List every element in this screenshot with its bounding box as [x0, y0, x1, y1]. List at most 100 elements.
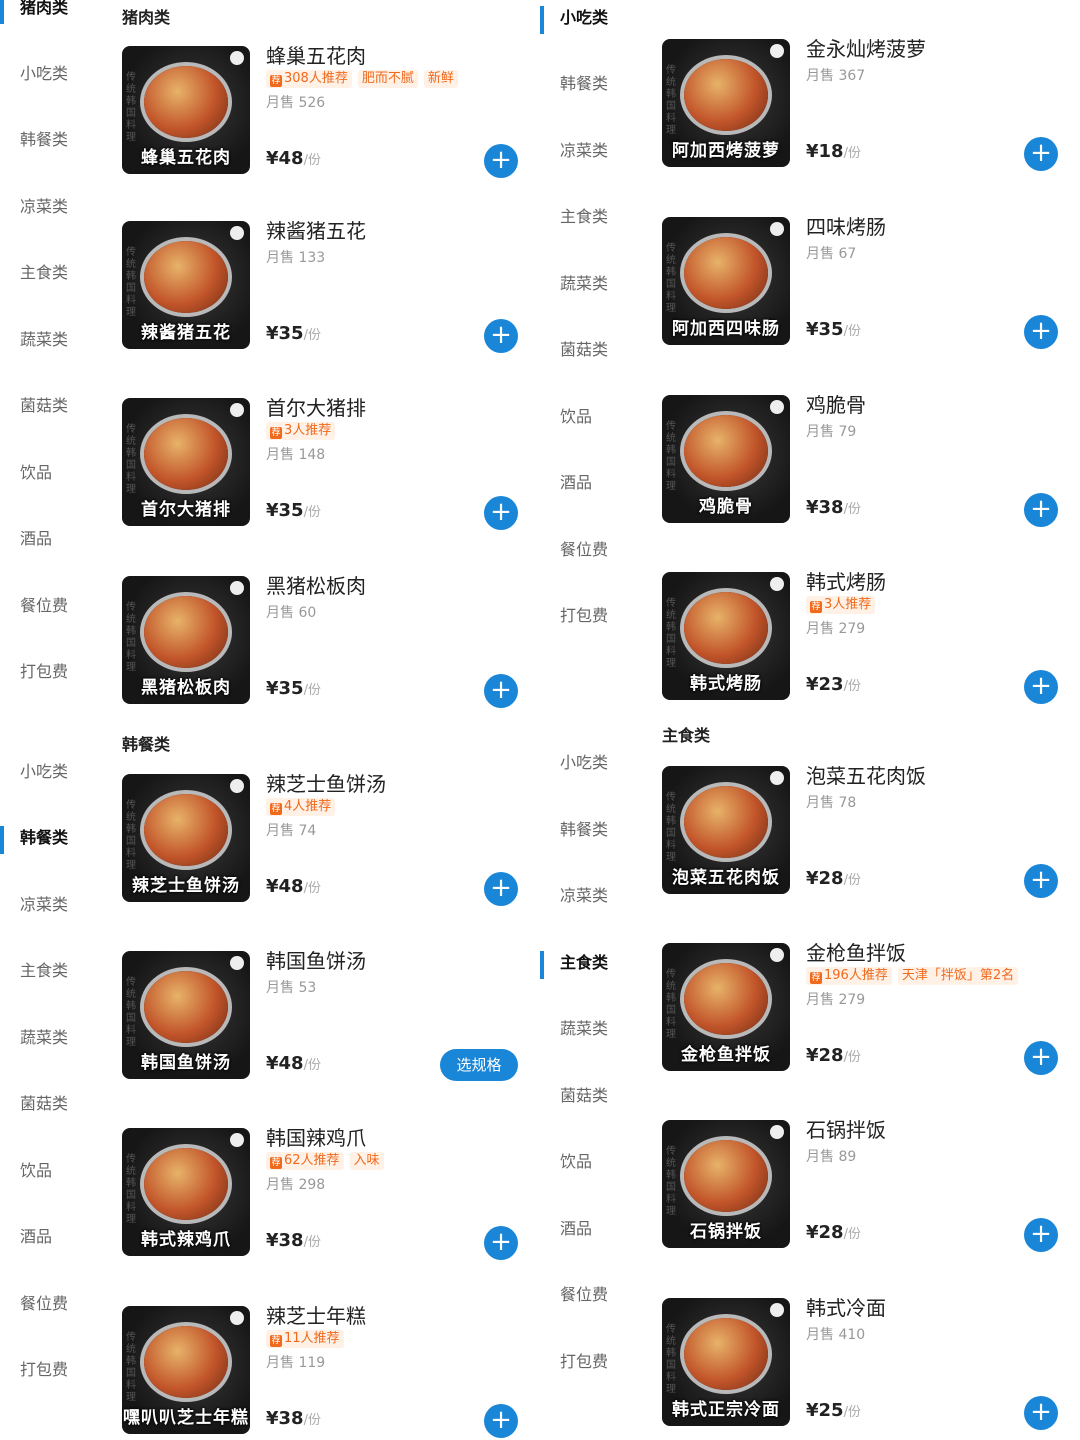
product-card[interactable]: 传统韩国料理 辣芝士鱼饼汤 辣芝士鱼饼汤 荐 4人推荐 月售 74 ¥48/份 +: [122, 772, 530, 906]
sidebar-item-cold-dishes[interactable]: 凉菜类: [540, 876, 640, 916]
sidebar-item-alcohol[interactable]: 酒品: [0, 519, 100, 559]
sidebar-item-drinks[interactable]: 饮品: [540, 1142, 640, 1182]
add-to-cart-button[interactable]: +: [484, 674, 518, 708]
sidebar-item-mushrooms[interactable]: 菌菇类: [540, 330, 640, 370]
sidebar-item-packing-fee[interactable]: 打包费: [0, 652, 100, 692]
product-image[interactable]: 传统韩国料理 嘿叭叭芝士年糕: [122, 1306, 250, 1434]
sidebar-item-vegetables[interactable]: 蔬菜类: [540, 264, 640, 304]
add-to-cart-button[interactable]: +: [1024, 493, 1058, 527]
product-image[interactable]: 传统韩国料理 韩国鱼饼汤: [122, 951, 250, 1079]
product-card[interactable]: 传统韩国料理 韩式正宗冷面 韩式冷面 月售 410 ¥25/份 +: [662, 1296, 1070, 1430]
sidebar-item-snacks[interactable]: 小吃类: [0, 54, 100, 94]
product-image[interactable]: 传统韩国料理 黑猪松板肉: [122, 576, 250, 704]
add-to-cart-button[interactable]: +: [1024, 864, 1058, 898]
product-card[interactable]: 传统韩国料理 韩国鱼饼汤 韩国鱼饼汤 月售 53 ¥48/份 选规格: [122, 949, 530, 1081]
product-name[interactable]: 石锅拌饭: [806, 1114, 886, 1143]
product-image[interactable]: 传统韩国料理 鸡脆骨: [662, 395, 790, 523]
sidebar-item-cold-dishes[interactable]: 凉菜类: [540, 131, 640, 171]
product-image[interactable]: 传统韩国料理 石锅拌饭: [662, 1120, 790, 1248]
sidebar-item-packing-fee[interactable]: 打包费: [0, 1350, 100, 1390]
product-name[interactable]: 韩式冷面: [806, 1292, 886, 1321]
product-image[interactable]: 传统韩国料理 首尔大猪排: [122, 398, 250, 526]
product-image[interactable]: 传统韩国料理 辣芝士鱼饼汤: [122, 774, 250, 902]
product-name[interactable]: 黑猪松板肉: [266, 570, 366, 599]
add-to-cart-button[interactable]: +: [484, 872, 518, 906]
sidebar-item-seat-fee[interactable]: 餐位费: [540, 530, 640, 570]
sidebar-item-korean[interactable]: 韩餐类: [0, 120, 100, 160]
product-name[interactable]: 蜂巢五花肉: [266, 40, 366, 69]
sidebar-item-staples[interactable]: 主食类: [0, 951, 100, 991]
product-card[interactable]: 传统韩国料理 泡菜五花肉饭 泡菜五花肉饭 月售 78 ¥28/份 +: [662, 764, 1070, 898]
add-to-cart-button[interactable]: +: [1024, 315, 1058, 349]
add-to-cart-button[interactable]: +: [1024, 1041, 1058, 1075]
product-image[interactable]: 传统韩国料理 辣酱猪五花: [122, 221, 250, 349]
sidebar-item-korean[interactable]: 韩餐类: [540, 64, 640, 104]
product-name[interactable]: 首尔大猪排: [266, 392, 366, 421]
add-to-cart-button[interactable]: +: [1024, 1218, 1058, 1252]
product-image[interactable]: 传统韩国料理 韩式正宗冷面: [662, 1298, 790, 1426]
sidebar-item-packing-fee[interactable]: 打包费: [540, 596, 640, 636]
sidebar-item-seat-fee[interactable]: 餐位费: [0, 586, 100, 626]
add-to-cart-button[interactable]: +: [484, 496, 518, 530]
sidebar-item-korean[interactable]: 韩餐类: [540, 810, 640, 850]
sidebar-item-snacks[interactable]: 小吃类: [540, 743, 640, 783]
sidebar-item-drinks[interactable]: 饮品: [540, 397, 640, 437]
add-to-cart-button[interactable]: +: [484, 1226, 518, 1260]
product-image[interactable]: 传统韩国料理 阿加西四味肠: [662, 217, 790, 345]
add-to-cart-button[interactable]: +: [484, 319, 518, 353]
product-card[interactable]: 传统韩国料理 黑猪松板肉 黑猪松板肉 月售 60 ¥35/份 +: [122, 574, 530, 708]
sidebar-item-staples[interactable]: 主食类: [540, 197, 640, 237]
product-name[interactable]: 金枪鱼拌饭: [806, 937, 906, 966]
sidebar-item-vegetables[interactable]: 蔬菜类: [0, 320, 100, 360]
product-card[interactable]: 传统韩国料理 韩式辣鸡爪 韩国辣鸡爪荐 62人推荐 入味 月售 298 ¥38/份 +: [122, 1126, 530, 1260]
product-card[interactable]: 传统韩国料理 韩式烤肠 韩式烤肠 荐 3人推荐 月售 279 ¥23/份 +: [662, 570, 1070, 704]
product-image[interactable]: 传统韩国料理 阿加西烤菠萝: [662, 39, 790, 167]
add-to-cart-button[interactable]: +: [1024, 1396, 1058, 1430]
product-card[interactable]: 传统韩国料理 阿加西烤菠萝 金永灿烤菠萝 月售 367 ¥18/份 +: [662, 37, 1070, 171]
sidebar-item-cold-dishes[interactable]: 凉菜类: [0, 885, 100, 925]
sidebar-item-alcohol[interactable]: 酒品: [540, 463, 640, 503]
sidebar-item-cold-dishes[interactable]: 凉菜类: [0, 187, 100, 227]
sidebar-item-mushrooms[interactable]: 菌菇类: [0, 386, 100, 426]
add-to-cart-button[interactable]: +: [1024, 670, 1058, 704]
product-name[interactable]: 四味烤肠: [806, 211, 886, 240]
product-image[interactable]: 传统韩国料理 泡菜五花肉饭: [662, 766, 790, 894]
product-name[interactable]: 鸡脆骨: [806, 389, 866, 418]
product-name[interactable]: 金永灿烤菠萝: [806, 33, 926, 62]
product-image[interactable]: 传统韩国料理 韩式烤肠: [662, 572, 790, 700]
sidebar-item-drinks[interactable]: 饮品: [0, 453, 100, 493]
product-name[interactable]: 韩式烤肠: [806, 566, 886, 595]
sidebar-item-staples[interactable]: 主食类: [0, 253, 100, 293]
product-name[interactable]: 泡菜五花肉饭: [806, 760, 926, 789]
sidebar-item-korean[interactable]: 韩餐类: [0, 818, 100, 858]
sidebar-item-seat-fee[interactable]: 餐位费: [540, 1275, 640, 1315]
sidebar-item-mushrooms[interactable]: 菌菇类: [0, 1084, 100, 1124]
product-name[interactable]: 辣酱猪五花: [266, 215, 366, 244]
sidebar-item-vegetables[interactable]: 蔬菜类: [540, 1009, 640, 1049]
sidebar-item-mushrooms[interactable]: 菌菇类: [540, 1076, 640, 1116]
product-card[interactable]: 传统韩国料理 金枪鱼拌饭 金枪鱼拌饭 荐 196人推荐 天津「拌饭」第2名 月售 279 ¥2…: [662, 941, 1070, 1075]
sidebar-item-seat-fee[interactable]: 餐位费: [0, 1284, 100, 1324]
sidebar-item-vegetables[interactable]: 蔬菜类: [0, 1018, 100, 1058]
product-card[interactable]: 传统韩国料理 阿加西四味肠 四味烤肠 月售 67 ¥35/份 +: [662, 215, 1070, 349]
sidebar-item-snacks[interactable]: 小吃类: [0, 752, 100, 792]
product-name[interactable]: 辣芝士鱼饼汤: [266, 768, 386, 797]
add-to-cart-button[interactable]: +: [484, 1404, 518, 1438]
add-to-cart-button[interactable]: +: [1024, 137, 1058, 171]
product-card[interactable]: 传统韩国料理 石锅拌饭 石锅拌饭 月售 89 ¥28/份 +: [662, 1118, 1070, 1252]
product-card[interactable]: 传统韩国料理 嘿叭叭芝士年糕 辣芝士年糕荐 11人推荐 月售 119 ¥38/份 +: [122, 1304, 530, 1438]
sidebar-item-alcohol[interactable]: 酒品: [540, 1209, 640, 1249]
product-card[interactable]: 传统韩国料理 蜂巢五花肉 蜂巢五花肉 荐 308人推荐 肥而不腻 新鲜 月售 526 ¥48/份…: [122, 44, 530, 178]
sidebar-item-snacks[interactable]: 小吃类: [540, 0, 640, 38]
product-card[interactable]: 传统韩国料理 辣酱猪五花 辣酱猪五花 月售 133 ¥35/份 +: [122, 219, 530, 353]
sidebar-item-packing-fee[interactable]: 打包费: [540, 1342, 640, 1382]
product-name[interactable]: 韩国辣鸡爪: [266, 1122, 366, 1151]
sidebar-item-drinks[interactable]: 饮品: [0, 1151, 100, 1191]
product-image[interactable]: 传统韩国料理 金枪鱼拌饭: [662, 943, 790, 1071]
product-image[interactable]: 传统韩国料理 韩式辣鸡爪: [122, 1128, 250, 1256]
product-card[interactable]: 传统韩国料理 鸡脆骨 鸡脆骨 月售 79 ¥38/份 +: [662, 393, 1070, 527]
sidebar-item-staples[interactable]: 主食类: [540, 943, 640, 983]
add-to-cart-button[interactable]: +: [484, 144, 518, 178]
product-name[interactable]: 辣芝士年糕: [266, 1300, 366, 1329]
product-card[interactable]: 传统韩国料理 首尔大猪排 首尔大猪排 荐 3人推荐 月售 148 ¥35/份 +: [122, 396, 530, 530]
